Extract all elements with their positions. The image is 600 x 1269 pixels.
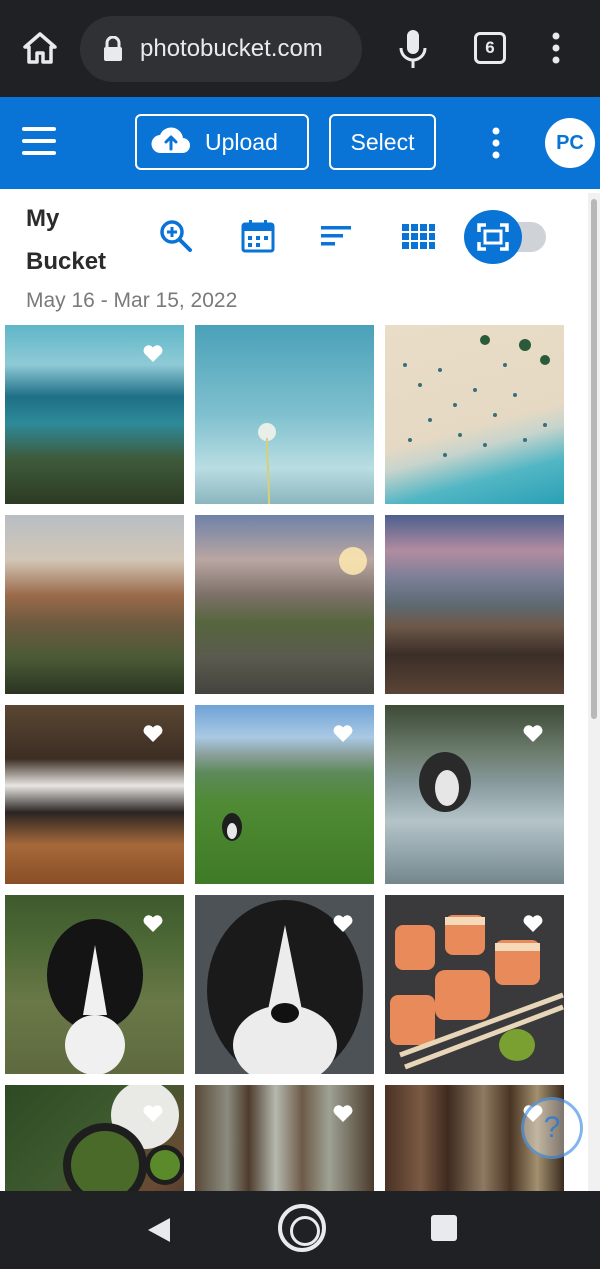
photo-tile[interactable]	[385, 325, 564, 504]
user-avatar[interactable]: PC	[545, 118, 595, 168]
heart-icon[interactable]	[142, 913, 164, 933]
scrollbar[interactable]	[588, 193, 600, 1191]
more-options-icon[interactable]	[487, 123, 505, 163]
browser-home-icon[interactable]	[20, 28, 60, 68]
fullscreen-view-icon	[464, 210, 522, 264]
photo-tile[interactable]	[385, 705, 564, 884]
home-icon[interactable]	[278, 1204, 326, 1252]
lock-icon	[102, 35, 124, 62]
heart-icon[interactable]	[142, 1103, 164, 1123]
photo-tile[interactable]	[5, 515, 184, 694]
system-nav-bar	[0, 1191, 600, 1269]
fullscreen-view-toggle[interactable]	[464, 210, 548, 264]
scrollbar-thumb[interactable]	[591, 199, 597, 719]
app-header: Upload Select PC	[0, 97, 600, 189]
photo-tile[interactable]	[195, 515, 374, 694]
photo-tile[interactable]	[5, 1085, 184, 1191]
microphone-icon[interactable]	[396, 28, 430, 70]
recent-apps-icon[interactable]	[431, 1215, 457, 1241]
heart-icon[interactable]	[522, 913, 544, 933]
sort-icon[interactable]	[318, 218, 354, 254]
browser-more-icon[interactable]	[546, 28, 566, 68]
photo-tile[interactable]	[385, 895, 564, 1074]
date-range: May 16 - Mar 15, 2022	[26, 289, 238, 312]
grid-view-icon[interactable]	[400, 218, 436, 254]
calendar-icon[interactable]	[240, 218, 276, 254]
browser-toolbar: photobucket.com 6	[0, 0, 600, 97]
address-bar[interactable]: photobucket.com	[80, 16, 362, 82]
photo-tile[interactable]	[385, 515, 564, 694]
upload-button[interactable]: Upload	[135, 114, 309, 170]
photo-tile[interactable]	[195, 705, 374, 884]
photo-grid	[0, 325, 588, 1191]
cloud-upload-icon	[151, 125, 191, 160]
heart-icon[interactable]	[142, 723, 164, 743]
photo-tile[interactable]	[5, 325, 184, 504]
page-title: My Bucket	[26, 205, 107, 275]
heart-icon[interactable]	[522, 723, 544, 743]
heart-icon[interactable]	[332, 1103, 354, 1123]
hamburger-menu-icon[interactable]	[22, 127, 60, 157]
heart-icon[interactable]	[332, 723, 354, 743]
upload-label: Upload	[205, 128, 278, 155]
photo-tile[interactable]	[195, 895, 374, 1074]
zoom-in-icon[interactable]	[158, 218, 194, 254]
url-text: photobucket.com	[140, 35, 323, 62]
photo-tile[interactable]	[195, 1085, 374, 1191]
help-icon[interactable]: ?	[521, 1097, 583, 1159]
select-button[interactable]: Select	[329, 114, 436, 170]
photo-tile[interactable]	[5, 895, 184, 1074]
photo-tile[interactable]	[5, 705, 184, 884]
photo-tile[interactable]	[195, 325, 374, 504]
back-icon[interactable]	[144, 1215, 174, 1245]
heart-icon[interactable]	[332, 913, 354, 933]
heart-icon[interactable]	[142, 343, 164, 363]
tab-switcher-button[interactable]: 6	[474, 32, 506, 64]
